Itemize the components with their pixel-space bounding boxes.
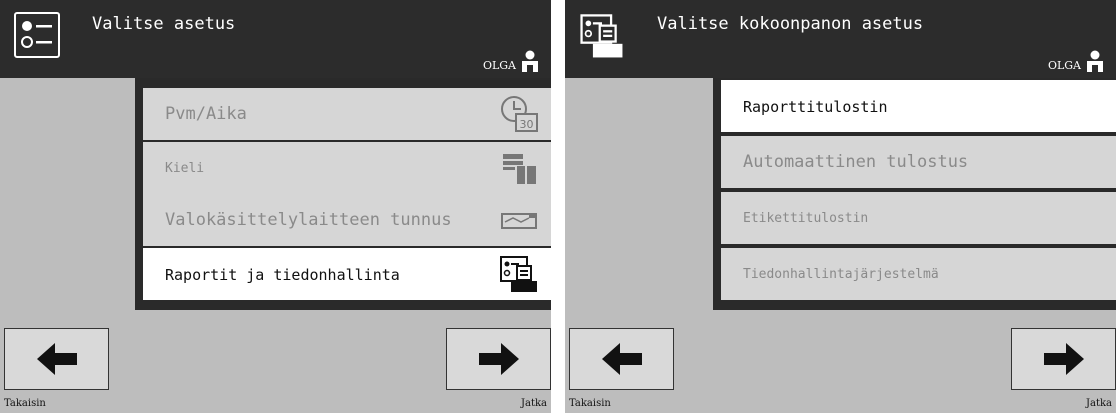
menu-item-processor-id[interactable]: Valokäsittelylaitteen tunnus: [143, 194, 551, 246]
configuration-screen: Valitse kokoonpanon asetus OLGA Raportti…: [565, 0, 1116, 413]
menu-item-label: Automaattinen tulostus: [743, 152, 969, 172]
menu-item-date-time[interactable]: Pvm/Aika 30: [143, 88, 551, 140]
settings-list-icon: [14, 12, 60, 58]
back-label: Takaisin: [4, 398, 46, 409]
menu-item-label-printer[interactable]: Etikettitulostin: [721, 192, 1116, 244]
menu-item-label: Tiedonhallintajärjestelmä: [743, 267, 939, 282]
menu-item-label: Raportit ja tiedonhallinta: [165, 266, 400, 284]
calendar-clock-icon: 30: [501, 96, 538, 132]
menu-item-reports[interactable]: Raportit ja tiedonhallinta: [143, 248, 551, 300]
configuration-menu: Raporttitulostin Automaattinen tulostus …: [713, 78, 1116, 310]
menu-item-label: Valokäsittelylaitteen tunnus: [165, 210, 452, 230]
arrow-right-icon: [1043, 343, 1084, 375]
menu-item-language[interactable]: Kieli: [143, 142, 551, 194]
svg-text:30: 30: [520, 118, 534, 131]
back-label: Takaisin: [569, 398, 611, 409]
reports-printer-icon: [500, 256, 537, 292]
next-label: Jatka: [1085, 398, 1112, 409]
arrow-right-icon: [478, 343, 519, 375]
reports-printer-icon: [579, 12, 625, 58]
menu-item-label: Pvm/Aika: [165, 104, 247, 124]
header-bar: Valitse asetus OLGA: [0, 0, 551, 78]
arrow-left-icon: [601, 343, 642, 375]
language-icon: [503, 154, 536, 184]
user-indicator: OLGA: [483, 50, 539, 72]
settings-screen: Valitse asetus OLGA Pvm/Aika 30 Kieli Va…: [0, 0, 551, 413]
menu-item-report-printer[interactable]: Raporttitulostin: [721, 80, 1116, 132]
page-title: Valitse kokoonpanon asetus: [657, 14, 924, 34]
user-indicator: OLGA: [1048, 50, 1104, 72]
header-bar: Valitse kokoonpanon asetus OLGA: [565, 0, 1116, 78]
back-button[interactable]: [569, 328, 674, 390]
settings-menu: Pvm/Aika 30 Kieli Valokäsittelylaitteen …: [135, 78, 551, 310]
menu-item-label: Kieli: [165, 161, 205, 176]
user-icon: [522, 50, 538, 72]
next-label: Jatka: [520, 398, 547, 409]
arrow-left-icon: [36, 343, 77, 375]
user-icon: [1087, 50, 1103, 72]
processor-icon: [501, 213, 537, 229]
menu-item-label: Etikettitulostin: [743, 211, 869, 226]
menu-item-auto-print[interactable]: Automaattinen tulostus: [721, 136, 1116, 188]
next-button[interactable]: [1011, 328, 1116, 390]
next-button[interactable]: [446, 328, 551, 390]
back-button[interactable]: [4, 328, 109, 390]
menu-item-label: Raporttitulostin: [743, 98, 888, 116]
page-title: Valitse asetus: [92, 14, 236, 34]
menu-item-data-management[interactable]: Tiedonhallintajärjestelmä: [721, 248, 1116, 300]
user-name: OLGA: [1047, 59, 1081, 72]
user-name: OLGA: [482, 59, 516, 72]
